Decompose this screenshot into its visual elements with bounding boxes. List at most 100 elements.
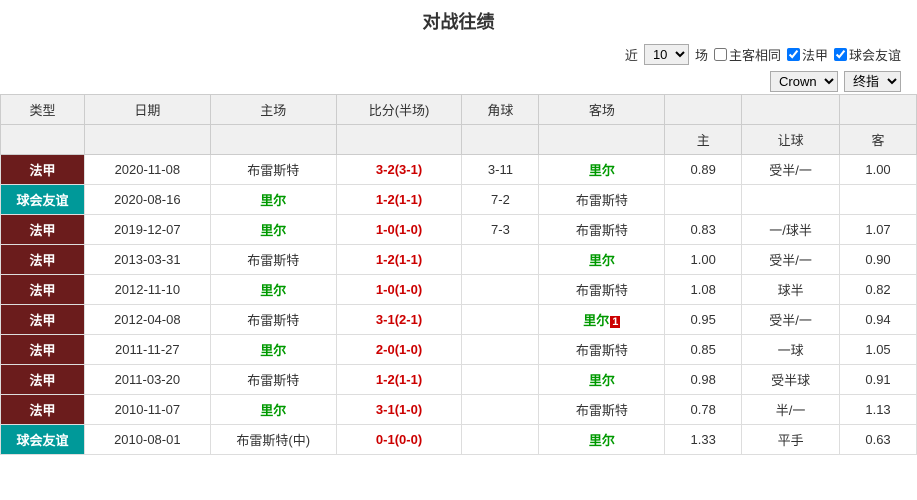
cell-guest: 1.05 — [840, 335, 917, 365]
friendly-checkbox-label[interactable]: 球会友谊 — [834, 45, 901, 64]
home-away-checkbox-label[interactable]: 主客相同 — [714, 45, 781, 64]
table-row: 法甲2013-03-31布雷斯特1-2(1-1)里尔1.00受半/一0.90 — [1, 245, 917, 275]
cell-corner: 3-11 — [462, 155, 539, 185]
cell-date: 2011-03-20 — [84, 365, 210, 395]
th-away2 — [539, 125, 665, 155]
friendly-checkbox[interactable] — [834, 48, 847, 61]
cell-home: 里尔 — [210, 275, 336, 305]
red-badge: 1 — [610, 316, 620, 328]
cell-type: 法甲 — [1, 365, 85, 395]
th-handicap-empty — [742, 95, 840, 125]
league-checkbox-label[interactable]: 法甲 — [787, 45, 828, 64]
cell-date: 2012-04-08 — [84, 305, 210, 335]
cell-type: 法甲 — [1, 395, 85, 425]
th-score2 — [336, 125, 462, 155]
th-home: 主场 — [210, 95, 336, 125]
th-corner: 角球 — [462, 95, 539, 125]
cell-date: 2010-11-07 — [84, 395, 210, 425]
cell-guest: 0.82 — [840, 275, 917, 305]
cell-home: 布雷斯特 — [210, 305, 336, 335]
cell-handicap: 受半/一 — [742, 245, 840, 275]
th-main: 主 — [665, 125, 742, 155]
cell-main: 1.33 — [665, 425, 742, 455]
cell-guest: 0.63 — [840, 425, 917, 455]
cell-score: 0-1(0-0) — [336, 425, 462, 455]
recent-select[interactable]: 10 — [644, 44, 689, 65]
cell-date: 2020-11-08 — [84, 155, 210, 185]
cell-corner — [462, 305, 539, 335]
cell-guest: 1.07 — [840, 215, 917, 245]
cell-home: 布雷斯特 — [210, 155, 336, 185]
th-score: 比分(半场) — [336, 95, 462, 125]
cell-guest: 1.13 — [840, 395, 917, 425]
cell-away: 里尔 — [539, 155, 665, 185]
cell-score: 1-2(1-1) — [336, 245, 462, 275]
cell-home: 布雷斯特 — [210, 365, 336, 395]
league-checkbox[interactable] — [787, 48, 800, 61]
cell-score: 3-1(2-1) — [336, 305, 462, 335]
filter-bar: 近 10 场 主客相同 法甲 球会友谊 — [0, 40, 917, 69]
cell-away: 布雷斯特 — [539, 335, 665, 365]
th-type2 — [1, 125, 85, 155]
cell-corner — [462, 425, 539, 455]
cell-corner — [462, 335, 539, 365]
cell-main: 0.95 — [665, 305, 742, 335]
cell-corner — [462, 395, 539, 425]
cell-away: 布雷斯特 — [539, 395, 665, 425]
cell-away: 布雷斯特 — [539, 215, 665, 245]
cell-guest: 0.91 — [840, 365, 917, 395]
league-label: 法甲 — [802, 45, 828, 64]
cell-type: 球会友谊 — [1, 425, 85, 455]
table-row: 法甲2020-11-08布雷斯特3-2(3-1)3-11里尔0.89受半/一1.… — [1, 155, 917, 185]
crown-bar: Crown 终指 — [0, 69, 917, 94]
table-row: 法甲2019-12-07里尔1-0(1-0)7-3布雷斯特0.83一/球半1.0… — [1, 215, 917, 245]
cell-away: 里尔1 — [539, 305, 665, 335]
crown-select[interactable]: Crown — [770, 71, 838, 92]
cell-guest: 0.94 — [840, 305, 917, 335]
cell-corner: 7-2 — [462, 185, 539, 215]
cell-home: 布雷斯特 — [210, 245, 336, 275]
th-date: 日期 — [84, 95, 210, 125]
final-select[interactable]: 终指 — [844, 71, 901, 92]
cell-date: 2019-12-07 — [84, 215, 210, 245]
cell-guest: 1.00 — [840, 155, 917, 185]
table-row: 法甲2012-11-10里尔1-0(1-0)布雷斯特1.08球半0.82 — [1, 275, 917, 305]
cell-main: 0.89 — [665, 155, 742, 185]
cell-date: 2013-03-31 — [84, 245, 210, 275]
cell-main: 0.78 — [665, 395, 742, 425]
cell-corner: 7-3 — [462, 215, 539, 245]
field-label: 场 — [695, 45, 708, 64]
cell-corner — [462, 275, 539, 305]
cell-home: 里尔 — [210, 185, 336, 215]
table-row: 球会友谊2020-08-16里尔1-2(1-1)7-2布雷斯特 — [1, 185, 917, 215]
th-date2 — [84, 125, 210, 155]
th-away: 客场 — [539, 95, 665, 125]
cell-handicap: 一球 — [742, 335, 840, 365]
cell-handicap: 一/球半 — [742, 215, 840, 245]
cell-handicap: 球半 — [742, 275, 840, 305]
friendly-label: 球会友谊 — [849, 45, 901, 64]
cell-handicap: 受半球 — [742, 365, 840, 395]
cell-handicap: 受半/一 — [742, 305, 840, 335]
cell-type: 法甲 — [1, 305, 85, 335]
cell-main: 1.08 — [665, 275, 742, 305]
cell-guest — [840, 185, 917, 215]
cell-type: 法甲 — [1, 335, 85, 365]
home-away-checkbox[interactable] — [714, 48, 727, 61]
cell-date: 2010-08-01 — [84, 425, 210, 455]
cell-type: 法甲 — [1, 275, 85, 305]
cell-home: 里尔 — [210, 215, 336, 245]
results-table: 类型 日期 主场 比分(半场) 角球 客场 主 让球 客 — [0, 94, 917, 455]
cell-away: 布雷斯特 — [539, 185, 665, 215]
main-container: 对战往绩 近 10 场 主客相同 法甲 球会友谊 Crown 终指 类型 — [0, 0, 917, 455]
th-type: 类型 — [1, 95, 85, 125]
cell-corner — [462, 365, 539, 395]
cell-away: 里尔 — [539, 245, 665, 275]
table-row: 球会友谊2010-08-01布雷斯特(中)0-1(0-0)里尔1.33平手0.6… — [1, 425, 917, 455]
th-main-empty — [665, 95, 742, 125]
cell-away: 里尔 — [539, 425, 665, 455]
table-row: 法甲2011-11-27里尔2-0(1-0)布雷斯特0.85一球1.05 — [1, 335, 917, 365]
cell-score: 2-0(1-0) — [336, 335, 462, 365]
cell-type: 法甲 — [1, 155, 85, 185]
cell-main: 1.00 — [665, 245, 742, 275]
